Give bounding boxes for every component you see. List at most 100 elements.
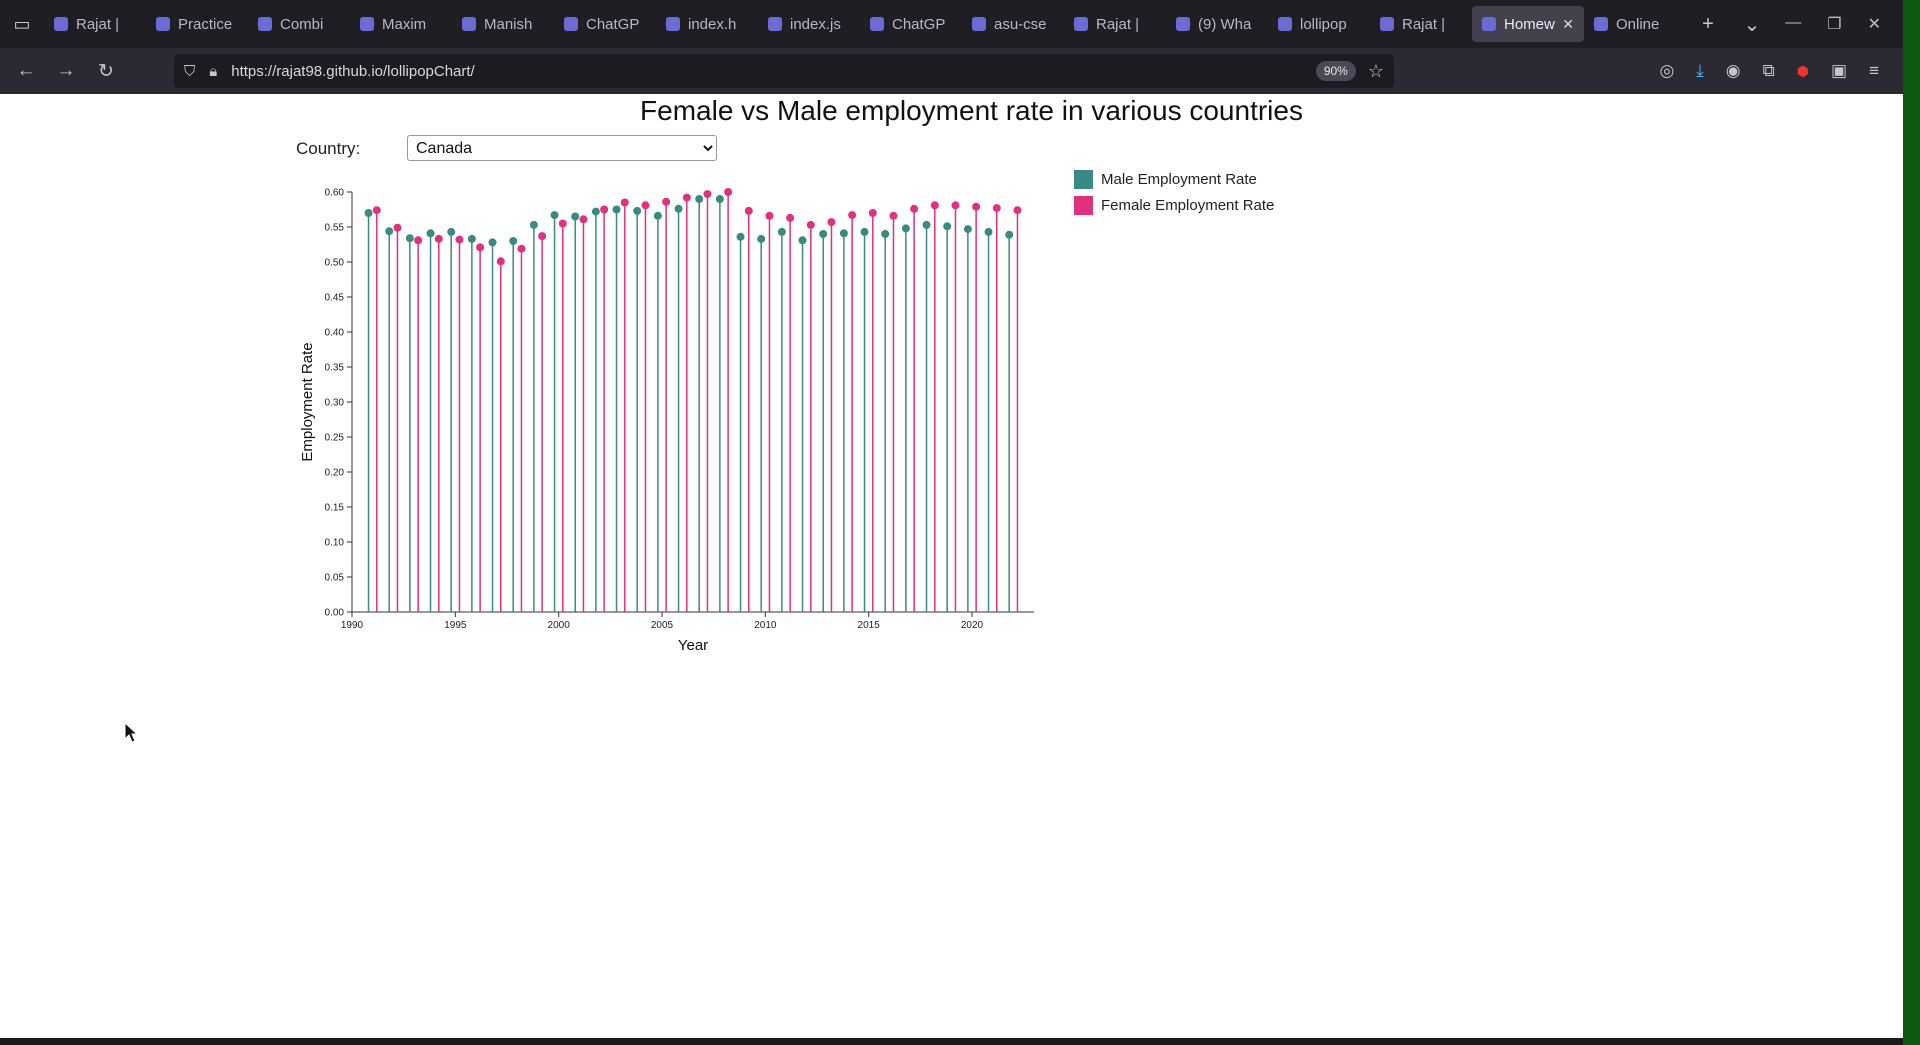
new-tab-icon[interactable]: + [1686,13,1730,36]
browser-tab[interactable]: Rajat | [1064,6,1166,42]
lock-icon[interactable]: 🔒︎ [209,63,217,80]
y-tick-label: 0.30 [325,398,345,409]
y-tick-label: 0.20 [325,468,345,479]
chart-legend: Male Employment Rate Female Employment R… [1074,166,1274,218]
lollipop-dot-female [393,223,402,232]
lollipop-dot-female [538,232,547,241]
x-tick-label: 2005 [651,620,674,631]
browser-tab[interactable]: Homew ✕ [1472,6,1584,42]
zoom-level-badge[interactable]: 90% [1315,61,1356,81]
browser-tab-bar: ▭ Rajat | Practice Combi Maxim Manish ChatGP i… [0,0,1903,48]
minimize-icon[interactable]: — [1785,14,1801,34]
lollipop-dot-female [724,188,733,196]
lollipop-dot-female [992,204,1001,213]
tab-label: Rajat | [1096,15,1140,33]
x-tick-label: 2010 [754,620,777,631]
download-icon[interactable]: ⤓ [1696,61,1704,81]
lollipop-dot-male [591,207,600,216]
address-bar[interactable]: ⛉ 🔒︎ https://rajat98.github.io/lollipopC… [174,54,1394,88]
url-text[interactable]: https://rajat98.github.io/lollipopChart/ [231,63,1316,80]
tab-label: index.js [790,15,841,33]
browser-tab[interactable]: (9) Wha [1166,6,1268,42]
lollipop-dot-male [653,211,662,220]
lollipop-dot-male [695,195,704,203]
chevron-down-icon[interactable]: ⌄ [1730,12,1774,37]
lollipop-dot-female [620,198,629,207]
browser-tab[interactable]: Rajat | [1370,6,1472,42]
lollipop-dot-male [777,227,786,236]
browser-tab[interactable]: Combi [248,6,350,42]
extension-icon[interactable]: ▣ [1831,61,1847,81]
browser-tab[interactable]: Rajat | [44,6,146,42]
country-label: Country: [296,139,361,158]
lollipop-dot-male [715,195,724,203]
favicon-icon [54,17,68,31]
tab-overview-icon[interactable]: ▭ [0,0,44,48]
x-tick-label: 1995 [444,620,467,631]
browser-tab[interactable]: lollipop [1268,6,1370,42]
browser-tab[interactable]: index.h [656,6,758,42]
browser-tab[interactable]: Maxim [350,6,452,42]
pocket-icon[interactable]: ◎ [1659,61,1674,81]
lollipop-dot-male [881,230,890,238]
lollipop-dot-female [662,197,671,206]
lollipop-dot-female [827,218,836,227]
lollipop-dot-male [364,209,373,217]
tab-label: Combi [280,15,324,33]
shield-icon[interactable]: ⛉ [184,63,195,80]
back-arrow-icon[interactable]: ← [6,60,46,82]
favicon-icon [870,17,884,31]
lollipop-dot-male [1005,230,1014,239]
tab-label: Maxim [382,15,427,33]
lollipop-dot-male [550,211,559,220]
favicon-icon [1176,17,1190,31]
y-tick-label: 0.05 [325,573,345,584]
lollipop-dot-male [963,225,972,234]
toolbar-icons: ◎ ⤓ ◉ ⧉ ⬢ ▣ ≡ [1659,61,1903,81]
favicon-icon [1482,17,1496,31]
y-axis-label: Employment Rate [299,342,316,461]
restore-icon[interactable]: ❐ [1827,14,1841,34]
lollipop-dot-female [455,235,464,244]
reload-icon[interactable]: ↻ [86,60,126,83]
favicon-icon [972,17,986,31]
y-tick-label: 0.00 [325,608,345,619]
lollipop-dot-male [943,222,952,231]
close-window-icon[interactable]: ✕ [1868,14,1881,34]
right-edge-strip [1903,0,1920,1045]
account-icon[interactable]: ◉ [1726,61,1741,81]
menu-icon[interactable]: ≡ [1869,61,1879,81]
lollipop-dot-male [509,237,518,245]
lollipop-dot-female [889,211,898,220]
lollipop-dot-male [426,229,435,238]
forward-arrow-icon[interactable]: → [46,60,86,82]
browser-tab[interactable]: index.js [758,6,860,42]
browser-tab[interactable]: Online [1584,6,1686,42]
mouse-cursor-icon [124,722,139,743]
close-tab-icon[interactable]: ✕ [1562,16,1574,33]
legend-swatch-male [1074,169,1093,189]
browser-tab[interactable]: ChatGP [554,6,656,42]
browser-tab[interactable]: Manish [452,6,554,42]
bookmark-star-icon[interactable]: ☆ [1368,61,1384,82]
lollipop-dot-female [744,206,753,215]
browser-tab[interactable]: asu-cse [962,6,1064,42]
favicon-icon [768,17,782,31]
tab-label: Rajat | [1402,15,1446,33]
ublock-icon[interactable]: ⬢ [1797,63,1809,80]
lollipop-dot-male [633,206,642,215]
legend-swatch-female [1074,195,1093,215]
country-select[interactable]: Canada [407,135,717,161]
lollipop-dot-female [496,257,505,266]
browser-tab[interactable]: ChatGP [860,6,962,42]
browser-tab[interactable]: Practice [146,6,248,42]
lollipop-dot-female [600,205,609,214]
web-page: Female vs Male employment rate in variou… [0,94,1903,1038]
lollipop-dot-male [612,205,621,214]
lollipop-dot-female [414,236,423,245]
y-tick-label: 0.35 [325,363,345,374]
extensions-icon[interactable]: ⧉ [1763,61,1775,81]
lollipop-dot-female [868,209,877,217]
x-tick-label: 2000 [548,620,571,631]
tab-label: Online [1616,15,1660,33]
